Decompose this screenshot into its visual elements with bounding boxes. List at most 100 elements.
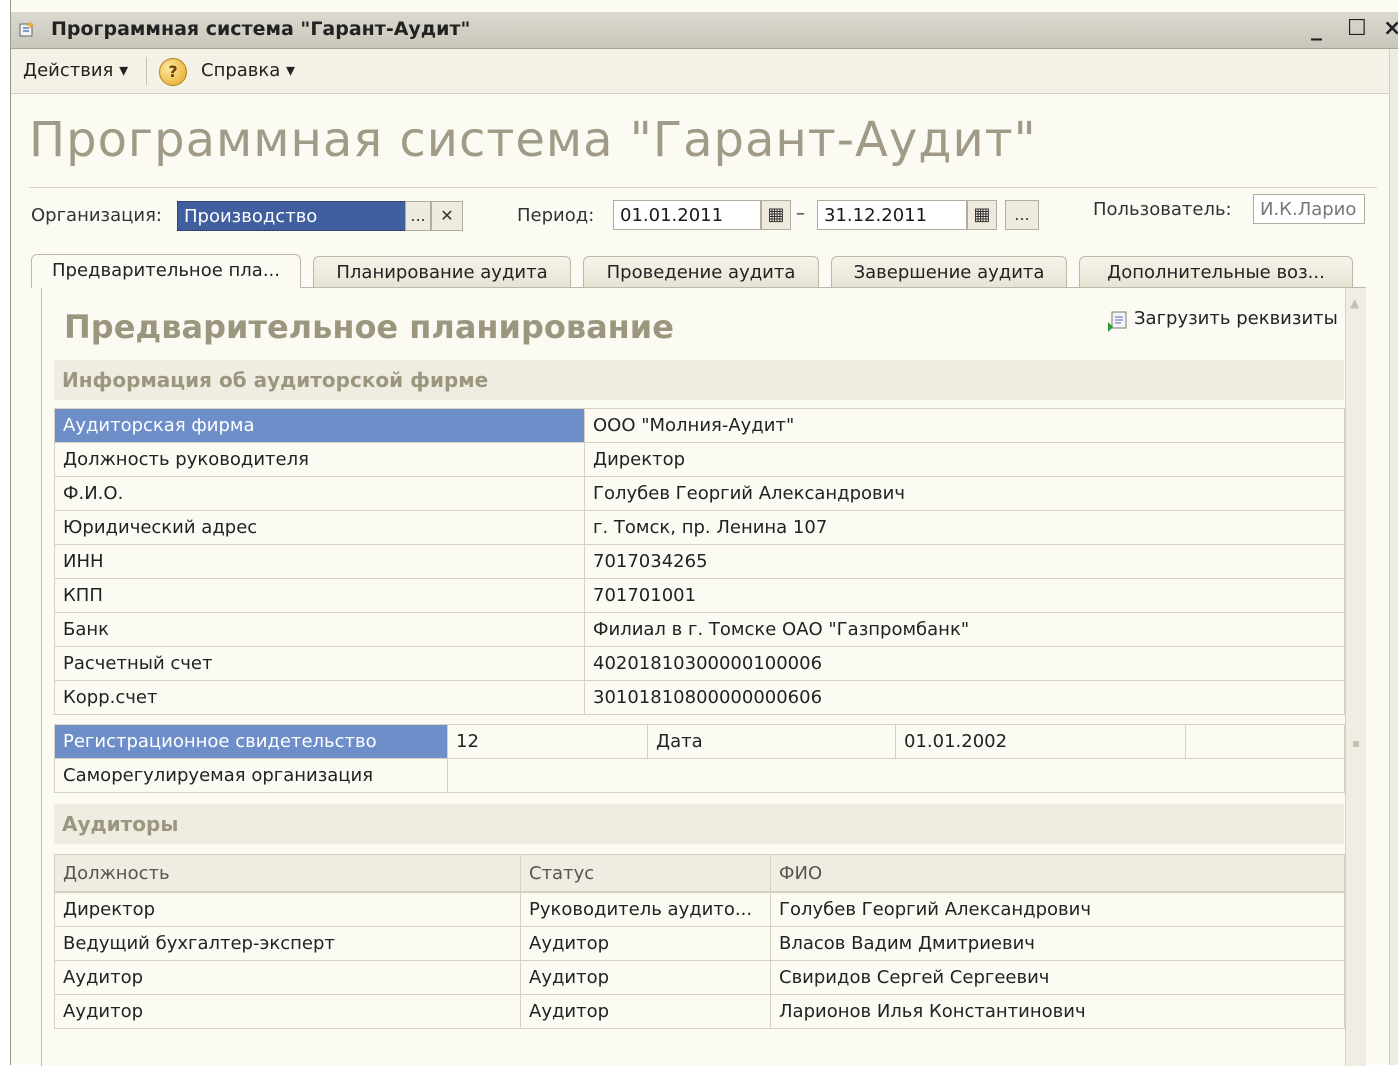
load-requisites-button[interactable]: Загрузить реквизиты [1134, 308, 1338, 329]
firm-field-value[interactable]: Директор [584, 442, 1345, 477]
organization-clear-button[interactable]: ✕ [431, 201, 463, 231]
auditor-position[interactable]: Директор [54, 892, 521, 927]
registration-date[interactable]: 01.01.2002 [895, 724, 1186, 759]
menu-bar: Действия ▾ ? Справка ▾ [11, 49, 1398, 94]
firm-field-value[interactable]: ООО "Молния-Аудит" [584, 408, 1345, 443]
tab-additional[interactable]: Дополнительные воз... [1079, 256, 1353, 288]
auditor-position[interactable]: Аудитор [54, 994, 521, 1029]
table-row[interactable]: КПП 701701001 [54, 578, 1345, 613]
period-to-field[interactable]: 31.12.2011 [817, 200, 967, 230]
tab-audit-completion[interactable]: Завершение аудита [831, 256, 1067, 288]
help-icon[interactable]: ? [159, 58, 187, 86]
period-dash: – [796, 203, 805, 224]
firm-field-value[interactable]: 7017034265 [584, 544, 1345, 579]
auditor-position[interactable]: Ведущий бухгалтер-эксперт [54, 926, 521, 961]
auditor-name[interactable]: Свиридов Сергей Сергеевич [770, 960, 1345, 995]
tab-audit-conduct[interactable]: Проведение аудита [583, 256, 819, 288]
auditor-name[interactable]: Власов Вадим Дмитриевич [770, 926, 1345, 961]
firm-info-table: Аудиторская фирма ООО "Молния-Аудит" Долж… [54, 408, 1345, 715]
registration-label[interactable]: Регистрационное свидетельство [54, 724, 448, 759]
page-title: Программная система "Гарант-Аудит" [29, 112, 1037, 168]
calendar-to-icon[interactable]: ▦ [967, 200, 997, 230]
firm-info-header: Информация об аудиторской фирме [54, 360, 1344, 400]
auditors-table-header: Должность Статус ФИО [54, 854, 1345, 892]
auditor-status[interactable]: Аудитор [520, 994, 771, 1029]
tab-audit-planning[interactable]: Планирование аудита [313, 256, 571, 288]
window-scrollbar[interactable] [1389, 49, 1398, 1065]
close-button[interactable]: × [1383, 16, 1398, 41]
firm-field-label[interactable]: Аудиторская фирма [54, 408, 585, 443]
firm-field-label[interactable]: Расчетный счет [54, 646, 585, 681]
auditor-name[interactable]: Ларионов Илья Константинович [770, 994, 1345, 1029]
table-row[interactable]: Юридический адрес г. Томск, пр. Ленина 10… [54, 510, 1345, 545]
column-header-name[interactable]: ФИО [770, 854, 1345, 892]
period-from-field[interactable]: 01.01.2011 [613, 200, 761, 230]
firm-field-value[interactable]: 30101810800000000606 [584, 680, 1345, 715]
firm-field-value[interactable]: 40201810300000100006 [584, 646, 1345, 681]
firm-field-label[interactable]: Ф.И.О. [54, 476, 585, 511]
table-row[interactable]: Регистрационное свидетельство 12 Дата 01… [54, 724, 1345, 759]
user-field[interactable]: И.К.Ларио [1253, 194, 1365, 224]
organization-select-button[interactable]: ... [405, 201, 431, 231]
table-row[interactable]: Банк Филиал в г. Томске ОАО "Газпромбанк" [54, 612, 1345, 647]
user-label: Пользователь: [1093, 199, 1232, 220]
table-row[interactable]: Ведущий бухгалтер-эксперт Аудитор Власов В… [54, 926, 1345, 961]
sro-label: Саморегулируемая организация [54, 758, 448, 793]
title-divider [29, 187, 1377, 188]
sro-value[interactable] [447, 758, 1345, 793]
panel-scrollbar[interactable]: ▲ ▪ [1345, 288, 1366, 1066]
firm-field-value[interactable]: Филиал в г. Томске ОАО "Газпромбанк" [584, 612, 1345, 647]
auditor-status[interactable]: Аудитор [520, 960, 771, 995]
registration-empty[interactable] [1185, 724, 1345, 759]
organization-field[interactable]: Производство [177, 201, 407, 231]
firm-field-label[interactable]: Должность руководителя [54, 442, 585, 477]
table-row[interactable]: Корр.счет 30101810800000000606 [54, 680, 1345, 715]
table-row[interactable]: Аудиторская фирма ООО "Молния-Аудит" [54, 408, 1345, 443]
firm-field-value[interactable]: г. Томск, пр. Ленина 107 [584, 510, 1345, 545]
minimize-button[interactable]: _ [1311, 16, 1322, 41]
menu-actions[interactable]: Действия ▾ [23, 60, 128, 81]
auditors-table: Директор Руководитель аудито... Голубев Ге… [54, 892, 1345, 1029]
tab-panel: Предварительное планирование Загрузить р… [41, 287, 1366, 1066]
table-row[interactable]: Расчетный счет 40201810300000100006 [54, 646, 1345, 681]
registration-date-label: Дата [647, 724, 896, 759]
organization-label: Организация: [31, 205, 162, 226]
app-icon [19, 21, 35, 37]
auditors-header: Аудиторы [54, 804, 1344, 844]
table-row[interactable]: Должность руководителя Директор [54, 442, 1345, 477]
column-header-status[interactable]: Статус [520, 854, 771, 892]
table-row[interactable]: Аудитор Аудитор Ларионов Илья Константинов… [54, 994, 1345, 1029]
tab-preliminary-planning[interactable]: Предварительное пла... [31, 254, 301, 288]
table-row[interactable]: Директор Руководитель аудито... Голубев Ге… [54, 892, 1345, 927]
section-title: Предварительное планирование [64, 308, 674, 346]
column-header-position[interactable]: Должность [54, 854, 521, 892]
menu-help[interactable]: Справка ▾ [201, 60, 295, 81]
firm-field-label[interactable]: КПП [54, 578, 585, 613]
auditor-position[interactable]: Аудитор [54, 960, 521, 995]
scroll-up-icon[interactable]: ▲ [1350, 296, 1359, 310]
auditor-status[interactable]: Аудитор [520, 926, 771, 961]
table-row[interactable]: Аудитор Аудитор Свиридов Сергей Сергеевич [54, 960, 1345, 995]
auditor-name[interactable]: Голубев Георгий Александрович [770, 892, 1345, 927]
period-more-button[interactable]: ... [1005, 200, 1039, 230]
table-row[interactable]: Саморегулируемая организация [54, 758, 1345, 793]
period-label: Период: [517, 205, 595, 226]
scroll-thumb-icon[interactable]: ▪ [1352, 736, 1360, 750]
calendar-from-icon[interactable]: ▦ [761, 200, 791, 230]
firm-field-label[interactable]: ИНН [54, 544, 585, 579]
firm-field-label[interactable]: Юридический адрес [54, 510, 585, 545]
registration-table: Регистрационное свидетельство 12 Дата 01… [54, 724, 1345, 793]
window-title: Программная система "Гарант-Аудит" [51, 18, 471, 40]
registration-number[interactable]: 12 [447, 724, 648, 759]
firm-field-value[interactable]: 701701001 [584, 578, 1345, 613]
app-window: Программная система "Гарант-Аудит" _ ☐ ×… [10, 0, 1398, 1066]
load-requisites-icon[interactable] [1106, 310, 1130, 332]
table-row[interactable]: Ф.И.О. Голубев Георгий Александрович [54, 476, 1345, 511]
auditor-status[interactable]: Руководитель аудито... [520, 892, 771, 927]
table-header-row: Должность Статус ФИО [54, 854, 1345, 892]
firm-field-value[interactable]: Голубев Георгий Александрович [584, 476, 1345, 511]
firm-field-label[interactable]: Корр.счет [54, 680, 585, 715]
firm-field-label[interactable]: Банк [54, 612, 585, 647]
maximize-button[interactable]: ☐ [1347, 16, 1367, 41]
table-row[interactable]: ИНН 7017034265 [54, 544, 1345, 579]
